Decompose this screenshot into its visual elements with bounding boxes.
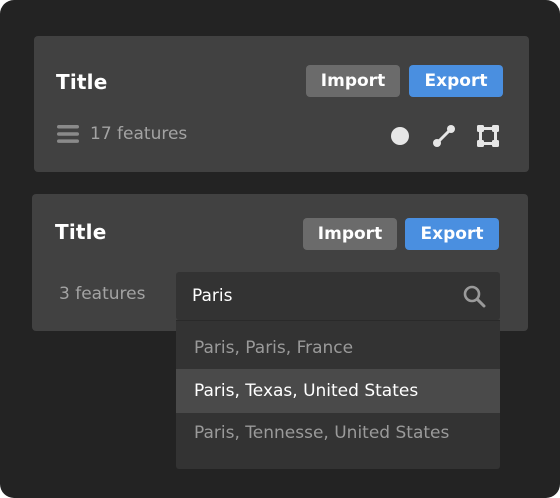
search-icon[interactable] xyxy=(463,285,486,308)
feature-count-row: 17 features xyxy=(57,122,187,146)
point-tool-icon[interactable] xyxy=(388,124,412,148)
polygon-tool-icon[interactable] xyxy=(476,124,500,148)
feature-count: 3 features xyxy=(59,284,146,304)
search-results-dropdown: Paris, Paris, France Paris, Texas, Unite… xyxy=(176,320,500,469)
location-search xyxy=(176,272,500,320)
line-tool-icon[interactable] xyxy=(432,124,456,148)
search-result-item-highlighted[interactable]: Paris, Texas, United States xyxy=(176,369,500,413)
panel-title: Title xyxy=(55,220,107,244)
search-result-item[interactable]: Paris, Paris, France xyxy=(176,326,500,370)
menu-icon[interactable] xyxy=(57,124,79,144)
search-result-item[interactable]: Paris, Tennesse, United States xyxy=(176,411,500,455)
search-input[interactable] xyxy=(176,273,452,319)
draw-tools xyxy=(388,124,500,148)
export-button[interactable]: Export xyxy=(405,218,499,250)
app-frame: Title Import Export 17 features Title Im… xyxy=(0,0,560,498)
import-button[interactable]: Import xyxy=(303,218,397,250)
import-button[interactable]: Import xyxy=(306,65,400,97)
feature-count-row: 3 features xyxy=(59,282,145,306)
feature-count: 17 features xyxy=(90,124,188,144)
panel-title: Title xyxy=(56,70,108,94)
export-button[interactable]: Export xyxy=(409,65,503,97)
layer-panel-1: Title Import Export 17 features xyxy=(34,36,529,172)
